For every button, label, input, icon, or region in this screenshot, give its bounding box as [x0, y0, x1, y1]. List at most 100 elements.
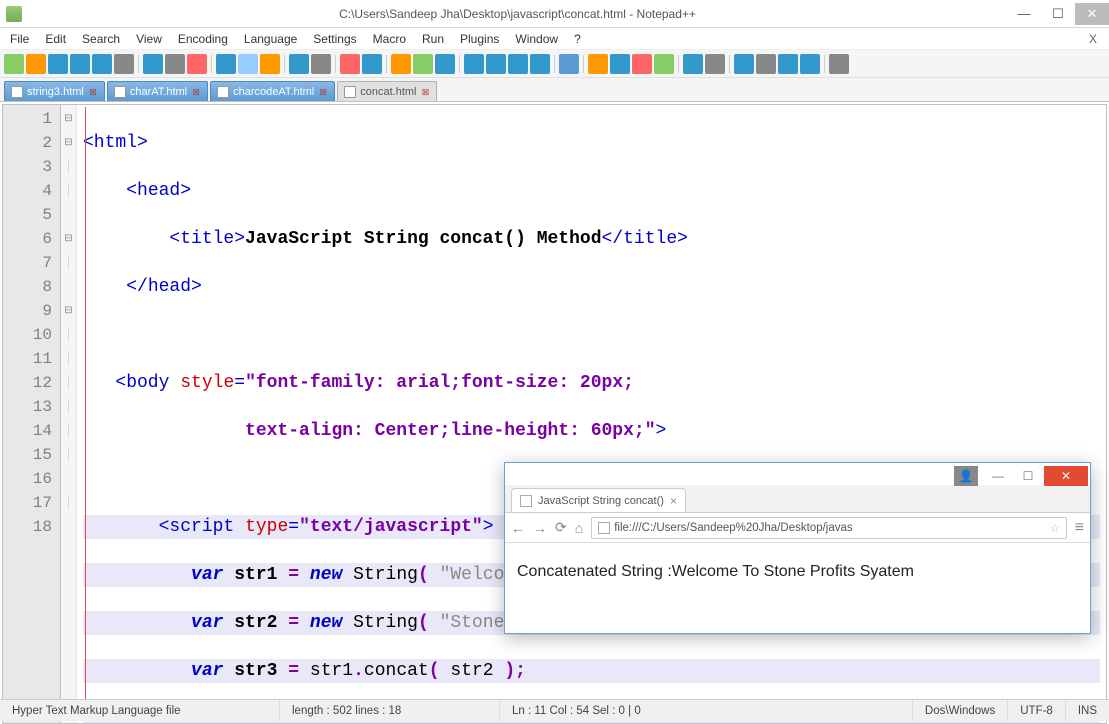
file-tab-label: concat.html — [360, 86, 416, 98]
toolbar-separator — [678, 55, 679, 73]
file-icon — [114, 86, 126, 98]
toolbar-button[interactable] — [683, 54, 703, 74]
change-marker — [85, 107, 86, 721]
browser-reload-button[interactable]: ⟳ — [555, 519, 567, 536]
menu-search[interactable]: Search — [74, 30, 128, 48]
toolbar-button[interactable] — [114, 54, 134, 74]
toolbar-button[interactable] — [530, 54, 550, 74]
menu-view[interactable]: View — [128, 30, 170, 48]
toolbar-separator — [284, 55, 285, 73]
window-maximize-button[interactable]: ☐ — [1041, 3, 1075, 25]
toolbar-button[interactable] — [464, 54, 484, 74]
browser-url-text: file:///C:/Users/Sandeep%20Jha/Desktop/j… — [614, 522, 852, 534]
menu-window[interactable]: Window — [507, 30, 566, 48]
toolbar-button[interactable] — [165, 54, 185, 74]
toolbar-button[interactable] — [4, 54, 24, 74]
fold-column[interactable] — [61, 105, 77, 723]
menu-macro[interactable]: Macro — [365, 30, 414, 48]
browser-tab[interactable]: JavaScript String concat() × — [511, 488, 686, 512]
file-tab-concat[interactable]: concat.html ⊠ — [337, 81, 437, 101]
menu-run[interactable]: Run — [414, 30, 452, 48]
close-icon[interactable]: ⊠ — [191, 87, 201, 97]
close-icon[interactable]: ⊠ — [88, 87, 98, 97]
browser-tab-bar: JavaScript String concat() × — [505, 485, 1090, 513]
toolbar-button[interactable] — [588, 54, 608, 74]
browser-minimize-button[interactable]: — — [984, 466, 1012, 486]
toolbar-button[interactable] — [778, 54, 798, 74]
toolbar-button[interactable] — [187, 54, 207, 74]
status-bar: Hyper Text Markup Language file length :… — [0, 699, 1109, 721]
browser-forward-button[interactable]: → — [533, 520, 547, 536]
app-icon — [6, 6, 22, 22]
menu-encoding[interactable]: Encoding — [170, 30, 236, 48]
toolbar-button[interactable] — [143, 54, 163, 74]
toolbar-separator — [335, 55, 336, 73]
browser-menu-icon[interactable]: ≡ — [1075, 519, 1084, 537]
file-tab-label: string3.html — [27, 86, 84, 98]
file-tab-charat[interactable]: charAT.html⊠ — [107, 81, 208, 101]
line-number-gutter: 123456789101112131415161718 — [3, 105, 61, 723]
toolbar-button[interactable] — [260, 54, 280, 74]
toolbar-separator — [554, 55, 555, 73]
status-filetype: Hyper Text Markup Language file — [0, 700, 280, 721]
toolbar-separator — [583, 55, 584, 73]
file-tab-bar: string3.html ⊠ charAT.html⊠ charcodeAT.ht… — [0, 78, 1109, 102]
toolbar-button[interactable] — [340, 54, 360, 74]
toolbar-button[interactable] — [216, 54, 236, 74]
toolbar-button[interactable] — [311, 54, 331, 74]
close-icon[interactable]: ⊠ — [318, 87, 328, 97]
file-icon — [344, 86, 356, 98]
browser-maximize-button[interactable]: ☐ — [1014, 466, 1042, 486]
bookmark-star-icon[interactable]: ☆ — [1049, 521, 1059, 535]
browser-tab-title: JavaScript String concat() — [538, 495, 664, 507]
browser-close-button[interactable]: ✕ — [1044, 466, 1088, 486]
toolbar-button[interactable] — [705, 54, 725, 74]
file-tab-string3[interactable]: string3.html ⊠ — [4, 81, 105, 101]
window-minimize-button[interactable]: — — [1007, 3, 1041, 25]
toolbar-button[interactable] — [48, 54, 68, 74]
file-icon — [11, 86, 23, 98]
menu-language[interactable]: Language — [236, 30, 305, 48]
file-tab-charcodeat[interactable]: charcodeAT.html ⊠ — [210, 81, 335, 101]
toolbar-button[interactable] — [413, 54, 433, 74]
browser-page-content: Concatenated String :Welcome To Stone Pr… — [505, 543, 1090, 601]
window-titlebar: C:\Users\Sandeep Jha\Desktop\javascript\… — [0, 0, 1109, 28]
toolbar-button[interactable] — [610, 54, 630, 74]
browser-back-button[interactable]: ← — [511, 520, 525, 536]
toolbar-button[interactable] — [289, 54, 309, 74]
menu-file[interactable]: File — [2, 30, 37, 48]
toolbar-button[interactable] — [654, 54, 674, 74]
toolbar-button[interactable] — [756, 54, 776, 74]
toolbar-button[interactable] — [800, 54, 820, 74]
toolbar-button[interactable] — [26, 54, 46, 74]
menu-help[interactable]: ? — [566, 30, 589, 48]
file-icon — [217, 86, 229, 98]
menu-edit[interactable]: Edit — [37, 30, 74, 48]
toolbar-button[interactable] — [391, 54, 411, 74]
browser-url-input[interactable]: file:///C:/Users/Sandeep%20Jha/Desktop/j… — [591, 517, 1066, 539]
browser-user-button[interactable]: 👤 — [954, 466, 978, 486]
toolbar-button[interactable] — [559, 54, 579, 74]
menu-settings[interactable]: Settings — [305, 30, 364, 48]
tab-close-icon[interactable]: × — [670, 494, 677, 508]
toolbar-button[interactable] — [829, 54, 849, 74]
browser-address-bar: ← → ⟳ ⌂ file:///C:/Users/Sandeep%20Jha/D… — [505, 513, 1090, 543]
toolbar-button[interactable] — [632, 54, 652, 74]
menu-bar: File Edit Search View Encoding Language … — [0, 28, 1109, 50]
toolbar-button[interactable] — [238, 54, 258, 74]
toolbar-button[interactable] — [70, 54, 90, 74]
window-close-button[interactable]: ✕ — [1075, 3, 1109, 25]
file-tab-label: charcodeAT.html — [233, 86, 314, 98]
toolbar-button[interactable] — [486, 54, 506, 74]
toolbar-separator — [459, 55, 460, 73]
toolbar-button[interactable] — [508, 54, 528, 74]
menu-close-x[interactable]: X — [1079, 30, 1107, 48]
close-icon[interactable]: ⊠ — [420, 87, 430, 97]
toolbar-button[interactable] — [362, 54, 382, 74]
menu-plugins[interactable]: Plugins — [452, 30, 507, 48]
toolbar-button[interactable] — [734, 54, 754, 74]
browser-home-button[interactable]: ⌂ — [575, 520, 583, 536]
toolbar-button[interactable] — [92, 54, 112, 74]
toolbar-button[interactable] — [435, 54, 455, 74]
status-length: length : 502 lines : 18 — [280, 700, 500, 721]
